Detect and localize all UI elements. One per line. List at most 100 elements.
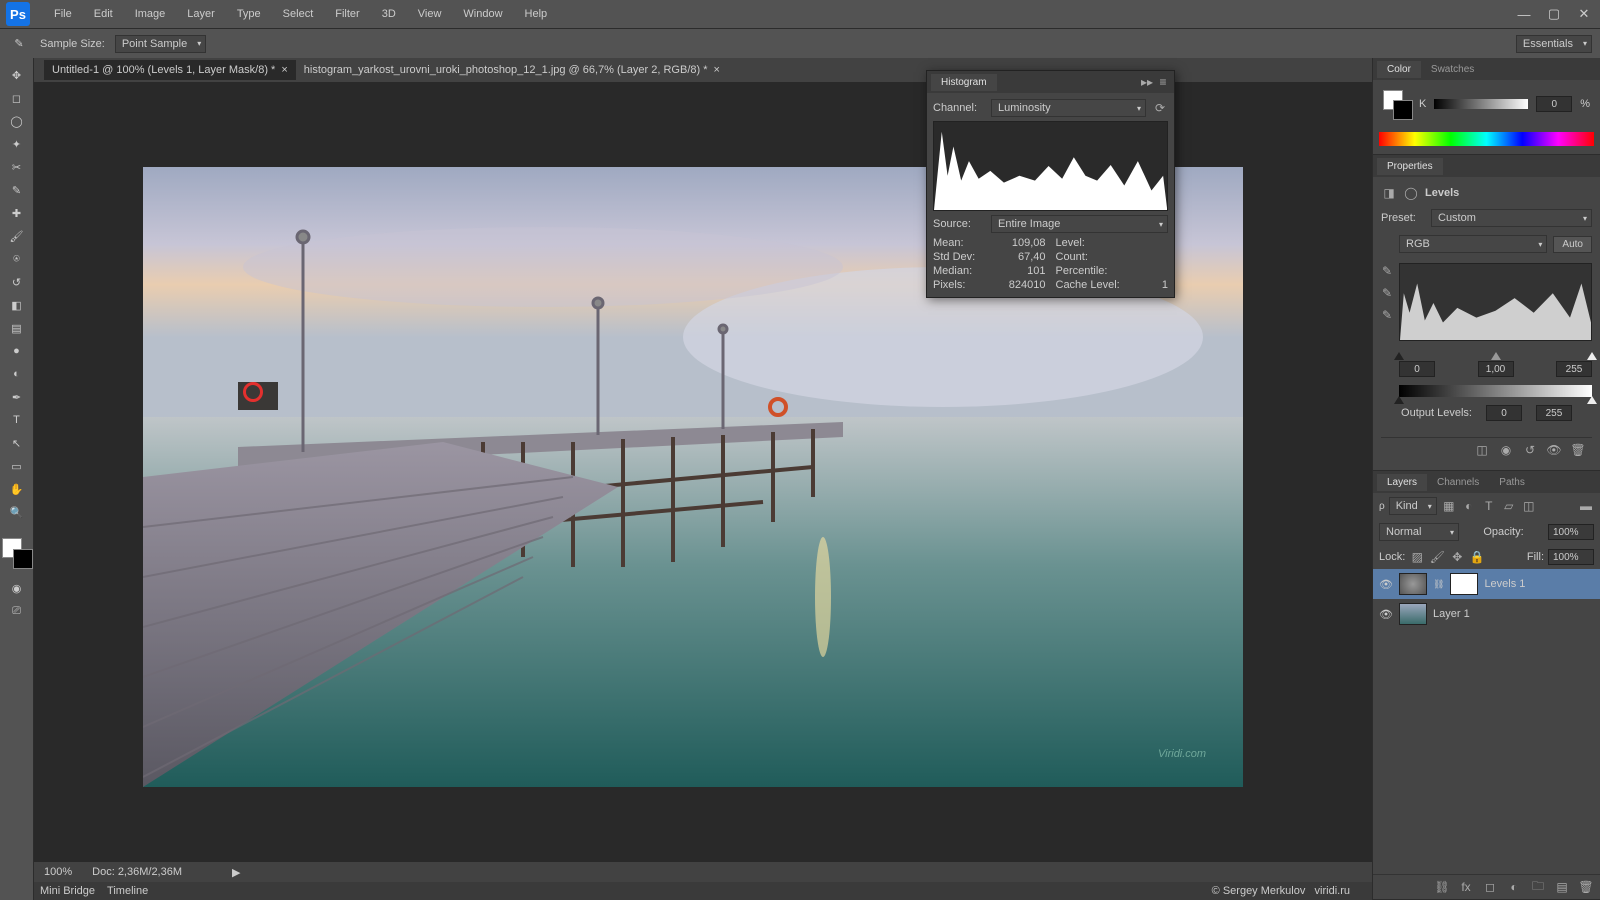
- tab-close-icon[interactable]: ×: [281, 64, 287, 76]
- menu-layer[interactable]: Layer: [177, 4, 225, 24]
- workspace-dropdown[interactable]: Essentials: [1516, 35, 1592, 53]
- filter-smart-icon[interactable]: ◫: [1521, 498, 1537, 514]
- menu-help[interactable]: Help: [515, 4, 558, 24]
- eraser-tool-icon[interactable]: ◧: [4, 294, 30, 316]
- menu-view[interactable]: View: [408, 4, 452, 24]
- marquee-tool-icon[interactable]: ◻: [4, 87, 30, 109]
- wand-tool-icon[interactable]: ✦: [4, 133, 30, 155]
- hue-strip[interactable]: [1379, 132, 1594, 146]
- background-color[interactable]: [13, 549, 33, 569]
- menu-edit[interactable]: Edit: [84, 4, 123, 24]
- path-tool-icon[interactable]: ↖: [4, 432, 30, 454]
- type-tool-icon[interactable]: T: [4, 409, 30, 431]
- opacity-input[interactable]: [1548, 524, 1594, 540]
- move-tool-icon[interactable]: ✥: [4, 64, 30, 86]
- lock-all-icon[interactable]: 🔒: [1469, 549, 1485, 565]
- foreground-color[interactable]: [2, 538, 22, 558]
- tab-histogram[interactable]: Histogram: [931, 74, 997, 91]
- blend-mode-dropdown[interactable]: Normal: [1379, 523, 1459, 541]
- eyedropper-tool-icon[interactable]: ✎: [8, 33, 30, 55]
- tab-swatches[interactable]: Swatches: [1421, 61, 1484, 78]
- crop-tool-icon[interactable]: ✂: [4, 156, 30, 178]
- color-swatches[interactable]: [2, 532, 32, 562]
- menu-file[interactable]: File: [44, 4, 82, 24]
- mask-icon[interactable]: ◻: [1482, 879, 1498, 895]
- sample-size-dropdown[interactable]: Point Sample: [115, 35, 206, 53]
- quickmask-icon[interactable]: ◉: [4, 577, 30, 599]
- document-tab[interactable]: Untitled-1 @ 100% (Levels 1, Layer Mask/…: [44, 60, 296, 80]
- gradient-tool-icon[interactable]: ▤: [4, 317, 30, 339]
- prev-state-icon[interactable]: ◉: [1498, 442, 1514, 458]
- shape-tool-icon[interactable]: ▭: [4, 455, 30, 477]
- output-black[interactable]: [1486, 405, 1522, 421]
- collapse-icon[interactable]: ▸▸: [1142, 74, 1158, 90]
- tab-properties[interactable]: Properties: [1377, 158, 1443, 175]
- fill-input[interactable]: [1548, 549, 1594, 565]
- stamp-tool-icon[interactable]: ⍟: [4, 248, 30, 270]
- levels-histogram[interactable]: [1399, 263, 1592, 341]
- maximize-icon[interactable]: ▢: [1544, 6, 1564, 22]
- menu-filter[interactable]: Filter: [325, 4, 369, 24]
- group-icon[interactable]: 🗀: [1530, 879, 1546, 895]
- menu-select[interactable]: Select: [273, 4, 324, 24]
- filter-shape-icon[interactable]: ▱: [1501, 498, 1517, 514]
- layer-item[interactable]: 👁 Layer 1: [1373, 599, 1600, 629]
- color-picker-swatches[interactable]: [1383, 90, 1411, 118]
- layer-item[interactable]: 👁 ⛓ Levels 1: [1373, 569, 1600, 599]
- output-black-slider[interactable]: [1394, 396, 1404, 404]
- tab-channels[interactable]: Channels: [1427, 474, 1489, 491]
- trash-icon[interactable]: 🗑: [1570, 442, 1586, 458]
- dodge-tool-icon[interactable]: ◐: [4, 363, 30, 385]
- screenmode-icon[interactable]: ⎚: [4, 600, 30, 622]
- refresh-icon[interactable]: ⟳: [1152, 100, 1168, 116]
- channel-dropdown[interactable]: RGB: [1399, 235, 1547, 253]
- histogram-channel-dropdown[interactable]: Luminosity: [991, 99, 1146, 117]
- adjustment-icon[interactable]: ◐: [1506, 879, 1522, 895]
- tab-timeline[interactable]: Timeline: [107, 885, 148, 897]
- histogram-source-dropdown[interactable]: Entire Image: [991, 215, 1168, 233]
- k-slider[interactable]: [1434, 99, 1528, 109]
- lasso-tool-icon[interactable]: ◯: [4, 110, 30, 132]
- input-black[interactable]: [1399, 361, 1435, 377]
- menu-window[interactable]: Window: [453, 4, 512, 24]
- output-white[interactable]: [1536, 405, 1572, 421]
- clip-icon[interactable]: ◫: [1474, 442, 1490, 458]
- preset-dropdown[interactable]: Custom: [1431, 209, 1592, 227]
- blur-tool-icon[interactable]: ●: [4, 340, 30, 362]
- tab-paths[interactable]: Paths: [1489, 474, 1535, 491]
- menu-type[interactable]: Type: [227, 4, 271, 24]
- healing-tool-icon[interactable]: ✚: [4, 202, 30, 224]
- lock-transparent-icon[interactable]: ▨: [1409, 549, 1425, 565]
- filter-adjust-icon[interactable]: ◐: [1461, 498, 1477, 514]
- layer-name[interactable]: Levels 1: [1484, 578, 1525, 590]
- eyedropper-icon[interactable]: ✎: [4, 179, 30, 201]
- menu-3d[interactable]: 3D: [372, 4, 406, 24]
- adjustment-thumb[interactable]: [1399, 573, 1427, 595]
- link-icon[interactable]: ⛓: [1433, 579, 1444, 590]
- mask-thumb[interactable]: [1450, 573, 1478, 595]
- visibility-toggle-icon[interactable]: 👁: [1379, 608, 1393, 621]
- fx-icon[interactable]: fx: [1458, 879, 1474, 895]
- minimize-icon[interactable]: —: [1514, 6, 1534, 22]
- filter-kind-dropdown[interactable]: Kind: [1389, 497, 1437, 515]
- visibility-icon[interactable]: 👁: [1546, 442, 1562, 458]
- pen-tool-icon[interactable]: ✒: [4, 386, 30, 408]
- layer-name[interactable]: Layer 1: [1433, 608, 1470, 620]
- menu-image[interactable]: Image: [125, 4, 176, 24]
- document-tab[interactable]: histogram_yarkost_urovni_uroki_photoshop…: [296, 60, 728, 80]
- hand-tool-icon[interactable]: ✋: [4, 478, 30, 500]
- tab-close-icon[interactable]: ×: [714, 64, 720, 76]
- black-point-eyedropper-icon[interactable]: ✎: [1379, 263, 1395, 279]
- auto-button[interactable]: Auto: [1553, 236, 1592, 253]
- play-icon[interactable]: ▶: [232, 866, 240, 879]
- input-white[interactable]: [1556, 361, 1592, 377]
- lock-paint-icon[interactable]: 🖌: [1429, 549, 1445, 565]
- zoom-level[interactable]: 100%: [44, 866, 72, 878]
- link-layers-icon[interactable]: ⛓: [1434, 879, 1450, 895]
- panel-menu-icon[interactable]: ≡: [1158, 74, 1174, 90]
- white-slider[interactable]: [1587, 352, 1597, 360]
- output-gradient[interactable]: [1399, 385, 1592, 397]
- visibility-toggle-icon[interactable]: 👁: [1379, 578, 1393, 591]
- zoom-tool-icon[interactable]: 🔍: [4, 501, 30, 523]
- close-icon[interactable]: ✕: [1574, 6, 1594, 22]
